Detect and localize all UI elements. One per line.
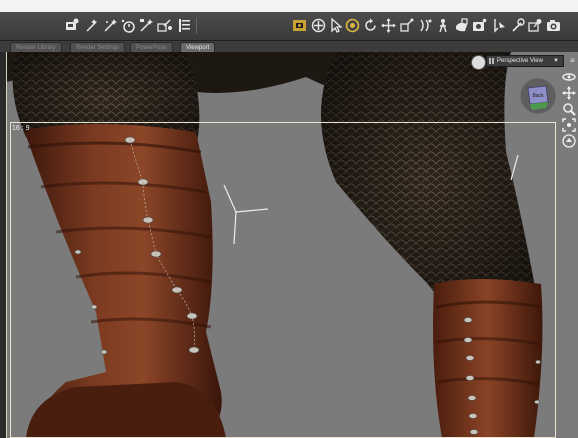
title-strip [0, 0, 578, 12]
grid-icon [489, 58, 495, 64]
tab-powerpose[interactable]: PowerPose [130, 42, 173, 52]
scene-render [6, 52, 543, 438]
timer-render-icon[interactable] [120, 17, 137, 34]
universal-tool-icon[interactable] [291, 17, 308, 34]
aspect-ratio-label: 16 : 9 [12, 125, 30, 132]
spot-render-icon[interactable] [84, 17, 101, 34]
chevron-down-icon: ▼ [553, 58, 559, 64]
view-options-icon[interactable] [471, 55, 486, 70]
scale-icon[interactable] [380, 17, 397, 34]
pin-icon[interactable] [527, 17, 544, 34]
render-settings-icon[interactable] [64, 17, 81, 34]
iray-preview-icon[interactable] [102, 17, 119, 34]
region-icon[interactable] [509, 17, 526, 34]
tab-viewport[interactable]: Viewport [180, 42, 216, 52]
pan-icon[interactable] [562, 86, 576, 100]
view-select-dropdown[interactable]: Perspective View ▼ [486, 55, 564, 67]
main-toolbar [0, 12, 578, 41]
zoom-icon[interactable] [562, 102, 576, 116]
toolbar-separator [196, 18, 197, 34]
viewport-menu-icon[interactable]: ≡ [567, 55, 578, 67]
pointer-icon[interactable] [327, 17, 344, 34]
orbit-icon[interactable] [562, 70, 576, 84]
active-pose-icon[interactable] [344, 17, 361, 34]
layout-list-icon[interactable] [176, 17, 193, 34]
view-cube-face-label: Back [532, 93, 544, 99]
view-select-value: Perspective View [497, 58, 543, 64]
light-icon[interactable] [491, 17, 508, 34]
frame-icon[interactable] [562, 118, 576, 132]
tab-bar: Render Library Render Settings PowerPose… [0, 41, 578, 52]
tab-render-settings[interactable]: Render Settings [70, 42, 126, 52]
joint-editor-icon[interactable] [398, 17, 415, 34]
rotate-icon[interactable] [362, 17, 379, 34]
render-to-new-window-icon[interactable] [156, 17, 173, 34]
geometry-editor-icon[interactable] [453, 17, 470, 34]
surface-selection-icon[interactable] [435, 17, 452, 34]
viewport-3d[interactable]: 16 : 9 Perspective View ▼ ≡ Back [6, 52, 578, 438]
navigation-controls [562, 70, 578, 150]
view-cube[interactable]: Back [518, 76, 558, 116]
camera-light-icon[interactable] [138, 17, 155, 34]
camera-frame-icon[interactable] [471, 17, 488, 34]
camera-icon[interactable] [545, 17, 562, 34]
tab-render-library[interactable]: Render Library [10, 42, 62, 52]
back-icon[interactable] [562, 134, 576, 148]
translate-node-icon[interactable] [310, 17, 327, 34]
node-weight-icon[interactable] [417, 17, 434, 34]
